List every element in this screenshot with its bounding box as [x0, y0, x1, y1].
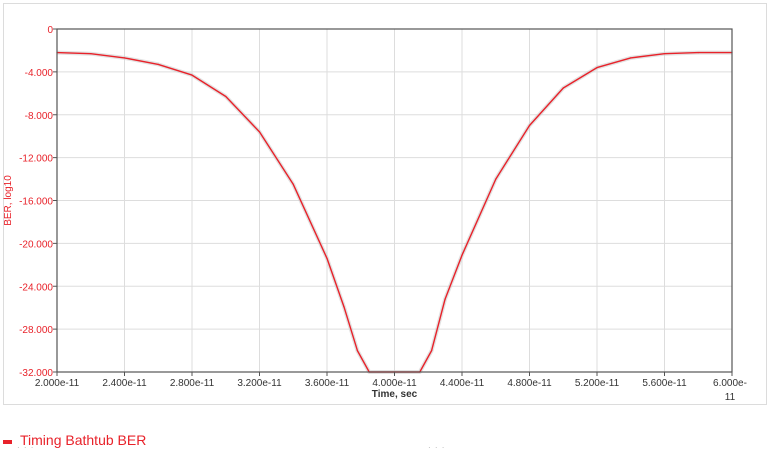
- data-point: [258, 131, 261, 133]
- data-point: [630, 57, 632, 59]
- x-axis-label: Time, sec: [372, 389, 418, 400]
- x-tick-label: 4.400e-11: [440, 378, 485, 389]
- data-point: [90, 53, 92, 55]
- data-point: [431, 350, 433, 352]
- legend-swatch-icon: [3, 440, 12, 444]
- x-tick-label: 3.600e-11: [305, 378, 350, 389]
- data-point: [663, 53, 666, 55]
- x-tick-label: 6.000e-11: [713, 378, 747, 403]
- cut-off-text: · · ·: [17, 446, 37, 450]
- data-point: [356, 350, 358, 352]
- y-tick-label: -8.000: [25, 111, 54, 122]
- data-point: [292, 183, 294, 185]
- x-tick-label: 2.000e-11: [35, 378, 80, 389]
- data-point: [461, 254, 463, 256]
- legend-label: Timing Bathtub BER: [20, 432, 147, 448]
- y-tick-label: 0: [47, 25, 53, 36]
- data-point: [123, 57, 126, 59]
- y-tick-label: -24.000: [19, 282, 53, 293]
- y-tick-label: -20.000: [19, 239, 53, 250]
- x-tick-label: 5.600e-11: [642, 378, 687, 389]
- bathtub-chart: 2.000e-11 2.400e-11 2.800e-11 3.200e-11 3.60…: [3, 25, 747, 403]
- data-point: [528, 124, 531, 127]
- x-tick-label: 2.400e-11: [102, 378, 147, 389]
- cut-off-text: · · ·: [428, 446, 452, 450]
- data-point: [495, 178, 497, 180]
- y-axis-label: BER, log10: [3, 175, 14, 226]
- grid: [56, 28, 733, 373]
- data-point: [562, 87, 564, 89]
- data-point: [191, 74, 193, 76]
- y-tick-label: -16.000: [19, 197, 53, 208]
- data-point: [225, 95, 227, 98]
- data-point: [697, 52, 699, 54]
- x-tick-label: 3.200e-11: [237, 378, 282, 389]
- y-tick-label: -32.000: [19, 368, 53, 379]
- data-point: [596, 67, 598, 69]
- y-tick-label: -4.000: [25, 68, 54, 79]
- y-axis-ticks: 0 -4.000 -8.000 -12.000 -16.000 -20.000 -24.00…: [19, 25, 57, 379]
- data-point: [343, 306, 345, 308]
- x-tick-label: 4.800e-11: [507, 378, 552, 389]
- x-tick-label: 5.200e-11: [575, 378, 620, 389]
- x-tick-label: 4.000e-11: [372, 378, 417, 389]
- y-tick-label: -12.000: [19, 154, 53, 165]
- data-point: [157, 63, 159, 65]
- data-point: [444, 298, 446, 300]
- y-tick-label: -28.000: [19, 325, 53, 336]
- x-tick-label: 2.800e-11: [170, 378, 215, 389]
- data-point: [326, 257, 328, 259]
